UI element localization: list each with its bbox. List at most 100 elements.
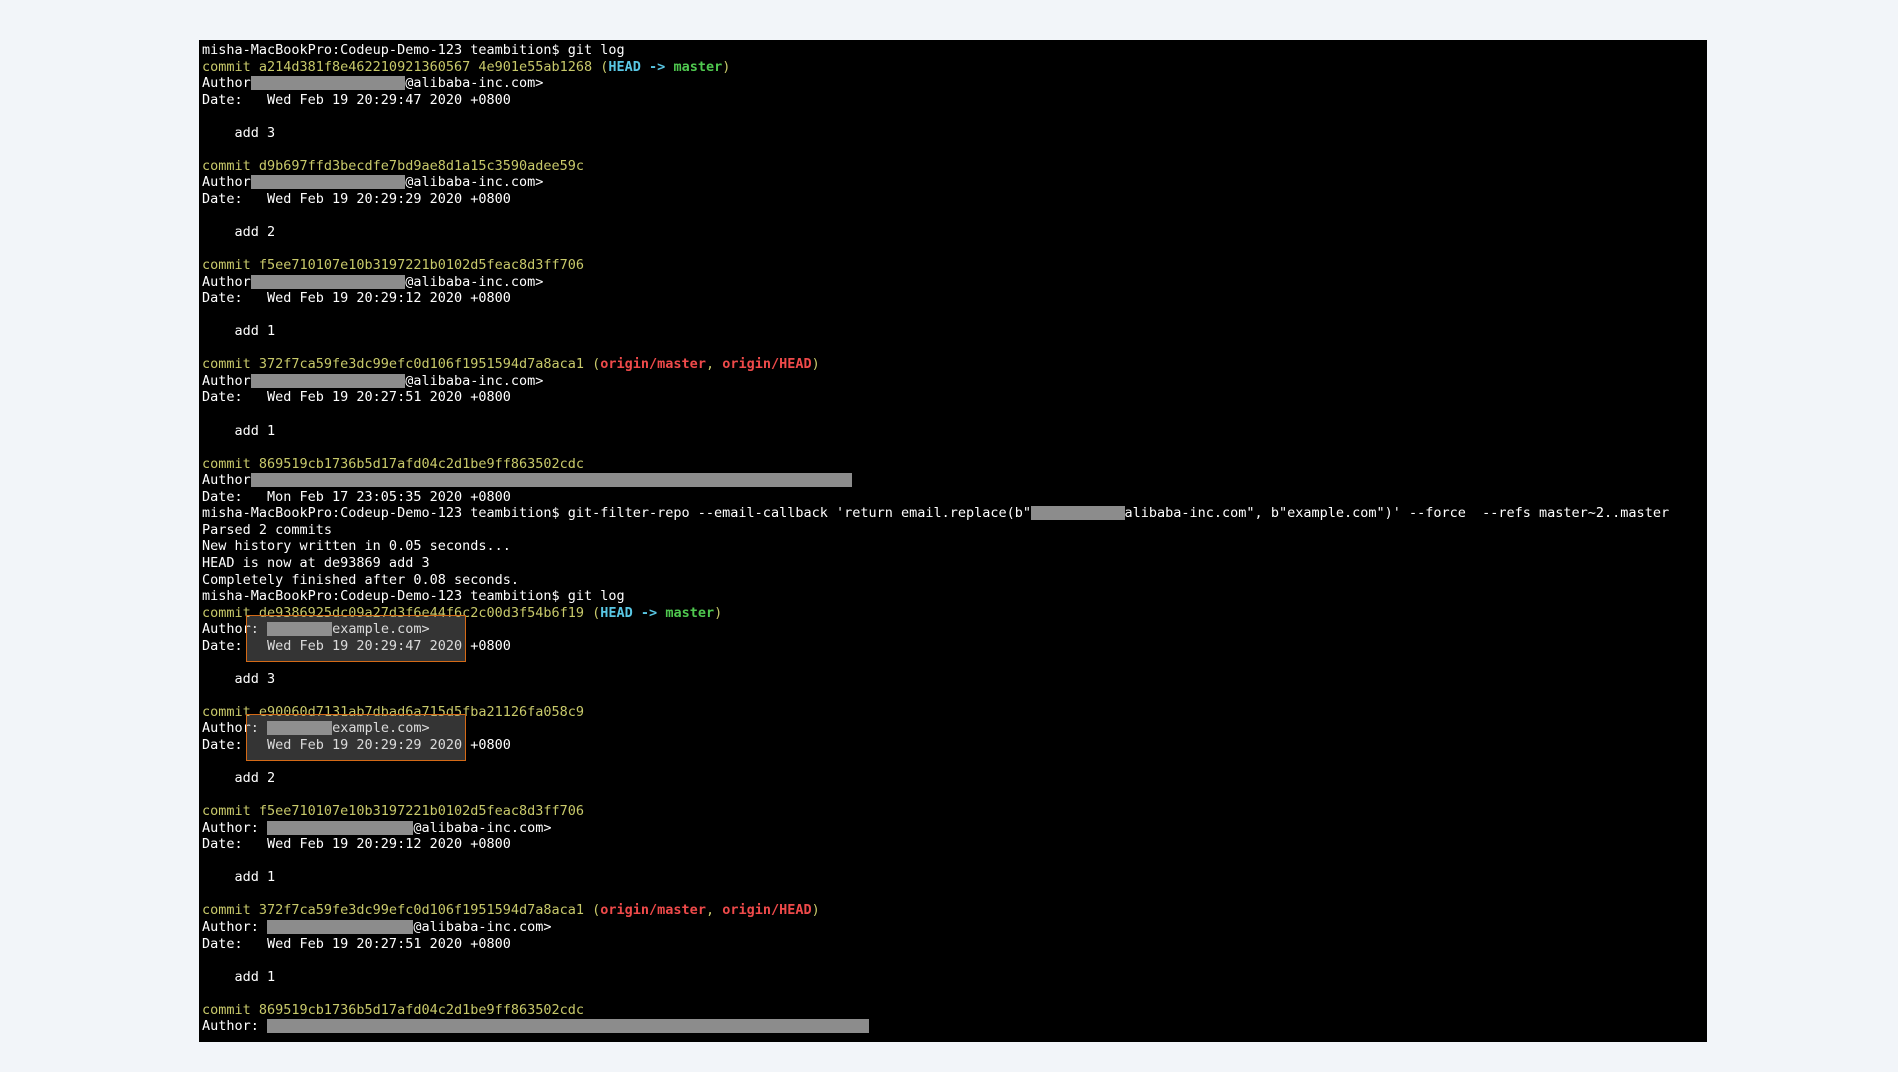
terminal-text: Date: Wed Feb 19 20:27:51 2020 +0800	[202, 935, 511, 952]
terminal-text: Date: Wed Feb 19 20:29:29 2020 +0800	[202, 736, 511, 753]
terminal-text: commit d9b697ffd3becdfe7bd9ae8d1a15c3590…	[202, 157, 585, 174]
redacted-block	[267, 721, 333, 736]
terminal-text: ->	[640, 58, 674, 75]
terminal-line: add 1	[202, 323, 1707, 340]
redacted-block	[267, 622, 333, 637]
redacted-block	[250, 76, 406, 91]
terminal-line: misha-MacBookPro:Codeup-Demo-123 teambit…	[202, 588, 1707, 605]
terminal-line: HEAD is now at de93869 add 3	[202, 555, 1707, 572]
terminal-text: (	[584, 902, 601, 919]
terminal-line: Completely finished after 0.08 seconds.	[202, 572, 1707, 589]
terminal-line: commit 372f7ca59fe3dc99efc0d106f1951594d…	[202, 356, 1707, 373]
redacted-block	[1031, 506, 1125, 521]
terminal-line: Date: Wed Feb 19 20:29:47 2020 +0800	[202, 638, 1707, 655]
terminal-line: add 2	[202, 770, 1707, 787]
terminal-line: Author: @alibaba-inc.com>	[202, 820, 1707, 837]
terminal-text: Author	[202, 472, 251, 489]
redacted-block	[250, 175, 406, 190]
terminal-line: Date: Wed Feb 19 20:29:12 2020 +0800	[202, 836, 1707, 853]
terminal-text: example.com>	[332, 720, 430, 737]
terminal-text: Completely finished after 0.08 seconds.	[202, 571, 519, 588]
terminal-text: Date: Wed Feb 19 20:29:12 2020 +0800	[202, 836, 511, 853]
terminal-line: Author: @alibaba-inc.com>	[202, 919, 1707, 936]
terminal-line: Author @alibaba-inc.com>	[202, 373, 1707, 390]
terminal-text: @alibaba-inc.com>	[405, 273, 544, 290]
terminal-text: add 2	[202, 770, 276, 787]
terminal-text: )	[811, 356, 820, 373]
terminal-line: commit de9386925dc09a27d3f6e44f6c2c00d3f…	[202, 605, 1707, 622]
terminal-text: commit 372f7ca59fe3dc99efc0d106f1951594d…	[202, 902, 585, 919]
terminal-text: ,	[705, 902, 723, 919]
terminal-output: misha-MacBookPro:Codeup-Demo-123 teambit…	[202, 42, 1707, 1035]
terminal-text: Date: Wed Feb 19 20:29:29 2020 +0800	[202, 190, 511, 207]
redacted-block	[250, 274, 406, 289]
terminal-text: Author:	[202, 621, 268, 638]
terminal-text: (	[584, 356, 601, 373]
terminal-text: HEAD is now at de93869 add 3	[202, 554, 430, 571]
terminal-text: misha-MacBookPro:Codeup-Demo-123 teambit…	[202, 588, 625, 605]
terminal-line: Author: example.com>	[202, 621, 1707, 638]
terminal-text: @alibaba-inc.com>	[413, 918, 552, 935]
terminal-text: Author:	[202, 918, 268, 935]
terminal-text: add 1	[202, 422, 276, 439]
terminal-window[interactable]: misha-MacBookPro:Codeup-Demo-123 teambit…	[199, 40, 1707, 1042]
terminal-line: New history written in 0.05 seconds...	[202, 538, 1707, 555]
terminal-text: add 1	[202, 968, 276, 985]
terminal-line: add 2	[202, 224, 1707, 241]
terminal-text: Parsed 2 commits	[202, 521, 333, 538]
terminal-line: Date: Wed Feb 19 20:29:29 2020 +0800	[202, 737, 1707, 754]
terminal-line: Date: Wed Feb 19 20:27:51 2020 +0800	[202, 389, 1707, 406]
terminal-line: add 1	[202, 969, 1707, 986]
terminal-line: Date: Wed Feb 19 20:29:12 2020 +0800	[202, 290, 1707, 307]
terminal-text: )	[722, 58, 731, 75]
terminal-text: @alibaba-inc.com>	[405, 75, 544, 92]
terminal-line: commit a214d381f8e462210921360567 4e901e…	[202, 59, 1707, 76]
terminal-text: commit 869519cb1736b5d17afd04c2d1be9ff86…	[202, 1001, 585, 1018]
terminal-text: add 2	[202, 224, 276, 241]
terminal-text: Author:	[202, 1018, 268, 1035]
redacted-block	[250, 473, 853, 488]
terminal-line: Author @alibaba-inc.com>	[202, 75, 1707, 92]
terminal-line: Author @alibaba-inc.com>	[202, 174, 1707, 191]
terminal-text: origin/master	[600, 356, 706, 373]
terminal-text: commit a214d381f8e462210921360567 4e901e…	[202, 58, 593, 75]
terminal-text: commit f5ee710107e10b3197221b0102d5feac8…	[202, 257, 585, 274]
terminal-text: Date: Wed Feb 19 20:27:51 2020 +0800	[202, 389, 511, 406]
terminal-text: Author	[202, 75, 251, 92]
terminal-line: misha-MacBookPro:Codeup-Demo-123 teambit…	[202, 42, 1707, 59]
terminal-line: Author:	[202, 1018, 1707, 1035]
terminal-line: Author: example.com>	[202, 720, 1707, 737]
terminal-line: commit 372f7ca59fe3dc99efc0d106f1951594d…	[202, 902, 1707, 919]
terminal-line: commit 869519cb1736b5d17afd04c2d1be9ff86…	[202, 1002, 1707, 1019]
terminal-line: Parsed 2 commits	[202, 522, 1707, 539]
terminal-text: commit de9386925dc09a27d3f6e44f6c2c00d3f…	[202, 604, 585, 621]
terminal-text: origin/HEAD	[722, 902, 812, 919]
terminal-line: Date: Wed Feb 19 20:29:29 2020 +0800	[202, 191, 1707, 208]
terminal-text: (	[592, 58, 609, 75]
terminal-text: master	[665, 604, 715, 621]
terminal-text: )	[811, 902, 820, 919]
terminal-text: example.com>	[332, 621, 430, 638]
terminal-line: Date: Wed Feb 19 20:27:51 2020 +0800	[202, 936, 1707, 953]
terminal-text: @alibaba-inc.com>	[413, 819, 552, 836]
terminal-text: master	[673, 58, 723, 75]
terminal-text: HEAD	[600, 604, 633, 621]
terminal-text: @alibaba-inc.com>	[405, 372, 544, 389]
terminal-text: Author	[202, 372, 251, 389]
terminal-text: Date: Wed Feb 19 20:29:47 2020 +0800	[202, 91, 511, 108]
terminal-text: alibaba-inc.com", b"example.com")' --for…	[1124, 505, 1670, 522]
terminal-text: ->	[632, 604, 666, 621]
terminal-line: add 3	[202, 671, 1707, 688]
